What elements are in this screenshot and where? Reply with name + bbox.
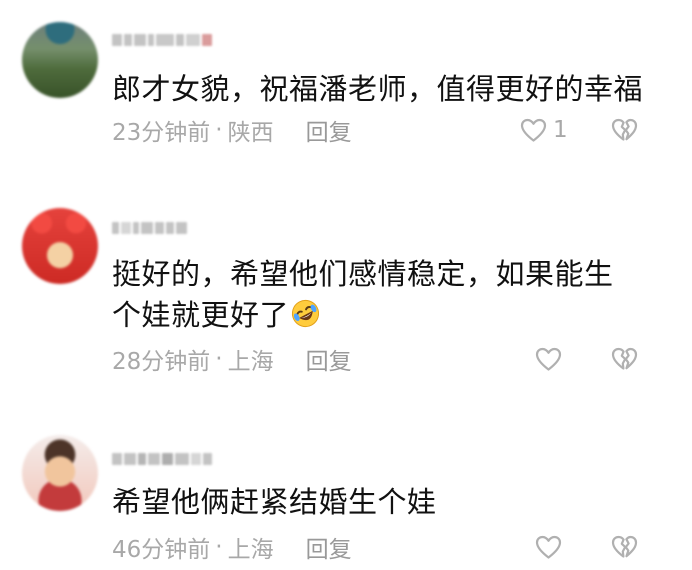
heart-outline-icon bbox=[535, 535, 562, 559]
broken-heart-icon bbox=[611, 535, 638, 558]
like-button[interactable] bbox=[535, 533, 562, 561]
dislike-button[interactable] bbox=[611, 533, 638, 561]
comment-meta: 46分钟前 · 上海 回复 bbox=[112, 530, 352, 564]
comment-item: 希望他俩赶紧结婚生个娃 46分钟前 · 上海 回复 bbox=[0, 0, 692, 570]
comment-time: 46分钟前 bbox=[112, 537, 211, 563]
avatar[interactable] bbox=[22, 435, 98, 511]
reply-button[interactable]: 回复 bbox=[306, 530, 352, 564]
meta-separator: · bbox=[215, 534, 223, 560]
comment-location: 上海 bbox=[227, 537, 274, 563]
username-blurred[interactable] bbox=[112, 450, 212, 468]
comment-text: 希望他俩赶紧结婚生个娃 bbox=[112, 485, 437, 519]
